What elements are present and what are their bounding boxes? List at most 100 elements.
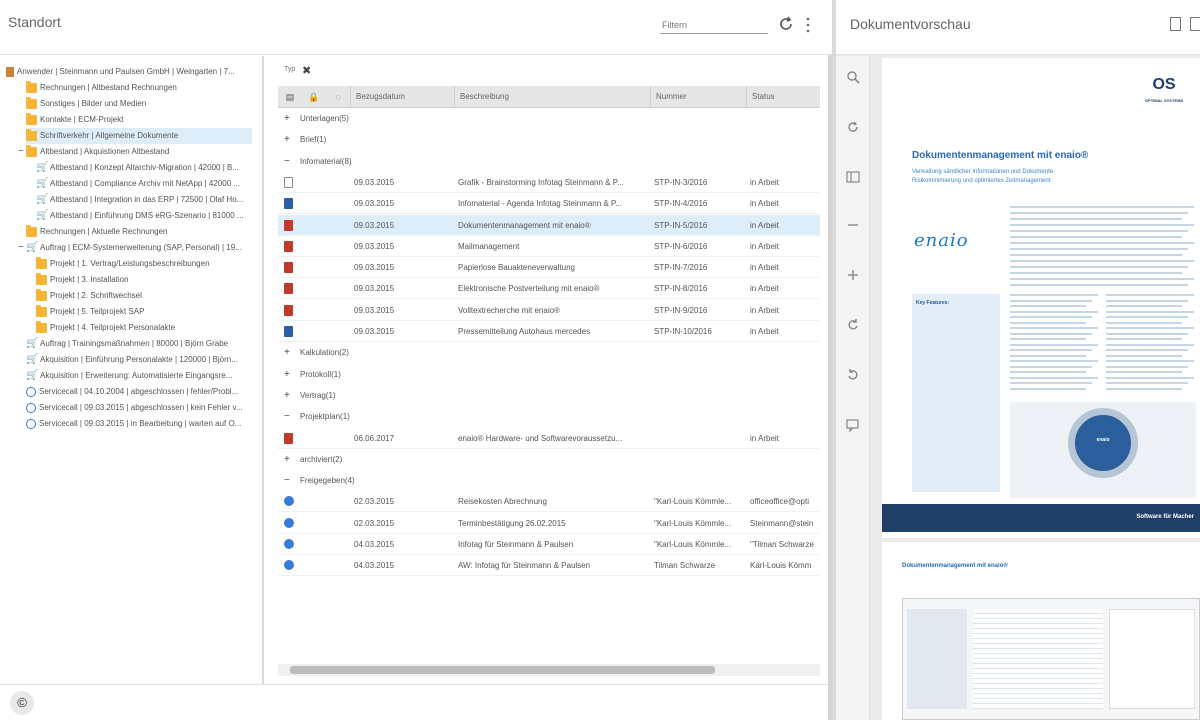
group-row[interactable]: + Vertrag(1)	[278, 385, 820, 406]
clipboard-icon[interactable]	[1190, 17, 1200, 31]
collapse-toggle[interactable]: −	[18, 144, 26, 160]
rotate-counterclockwise-icon[interactable]	[842, 366, 864, 388]
table-row[interactable]: 09.03.2015 Dokumentenmanagement mit enaio…	[278, 214, 820, 236]
folder-icon	[26, 225, 37, 237]
expand-icon[interactable]: +	[284, 449, 290, 470]
table-row[interactable]: 02.03.2015 Terminbestätigung 26.02.2015 "K…	[278, 513, 820, 534]
table-row[interactable]: 04.03.2015 Infotag für Steinmann & Paulse…	[278, 534, 820, 555]
table-row[interactable]: 04.03.2015 AW: Infotag für Steinmann & Pa…	[278, 555, 820, 577]
tree-item[interactable]: Projekt | 2. Schriftwechsel	[36, 288, 252, 304]
expand-icon[interactable]: +	[284, 364, 290, 385]
group-row[interactable]: + Kalkulation(2)	[278, 342, 820, 363]
text-line	[1106, 376, 1194, 379]
doc-type-column-icon[interactable]: ▤	[284, 91, 296, 103]
group-row[interactable]: − Infomaterial(8)	[278, 151, 820, 172]
text-line	[1106, 338, 1182, 340]
tree-item[interactable]: Schriftverkehr | Allgemeine Dokumente	[26, 128, 252, 144]
comment-icon[interactable]	[842, 416, 864, 438]
tree-item[interactable]: 🛒 Auftrag | Trainingsmaßnahmen | 80000 | …	[26, 336, 252, 352]
tree-item[interactable]: 🛒 Akquisition | Erweiterung: Automatisier…	[26, 368, 252, 384]
tree-item[interactable]: 🛒 Akquisition | Einführung Personalakte |…	[26, 352, 252, 368]
collapse-icon[interactable]: −	[284, 151, 290, 172]
sidebar-toggle-icon[interactable]	[842, 168, 864, 190]
copyright-button[interactable]: ©	[10, 691, 34, 715]
table-row[interactable]: 09.03.2015 Elektronische Postverteilung m…	[278, 278, 820, 300]
tree-item[interactable]: 🛒 Altbestand | Integration in das ERP | 7…	[36, 192, 252, 208]
tree-item[interactable]: Anwender | Steinmann und Paulsen GmbH | …	[6, 64, 252, 80]
tree-item[interactable]: 🛒 Altbestand | Einführung DMS eRG-Szenari…	[36, 208, 252, 224]
document-page: OS OPTIMAL SYSTEMS Dokumentenmanagement …	[882, 58, 1200, 720]
document-icon[interactable]	[1170, 17, 1181, 31]
cell-number: STP-IN-10/2016	[654, 327, 712, 336]
tree-item[interactable]: Projekt | 3. Installation	[36, 272, 252, 288]
tree-item[interactable]: Servicecall | 04.10.2004 | abgeschlossen…	[26, 384, 252, 400]
table-row[interactable]: 09.03.2015 Grafik - Brainstorming Infotag…	[278, 172, 820, 193]
zoom-out-icon[interactable]	[842, 216, 864, 238]
tree-item[interactable]: 🛒 Altbestand | Compliance Archiv mit NetA…	[36, 176, 252, 192]
group-row[interactable]: − Freigegeben(4)	[278, 470, 820, 491]
column-status[interactable]: Status	[746, 86, 820, 108]
table-row[interactable]: 02.03.2015 Reisekosten Abrechnung "Karl-Lo…	[278, 491, 820, 513]
group-row[interactable]: − Projektplan(1)	[278, 406, 820, 427]
tree-item[interactable]: Servicecall | 09.03.2015 | in Bearbeitun…	[26, 416, 252, 432]
expand-icon[interactable]: +	[284, 129, 290, 150]
filter-input[interactable]	[660, 16, 768, 34]
group-label: Kalkulation(2)	[300, 348, 349, 358]
tree-item[interactable]: Rechnungen | Altbestand Rechnungen	[26, 80, 252, 96]
horizontal-scrollbar[interactable]	[278, 664, 820, 676]
column-nummer[interactable]: Nummer	[650, 86, 746, 108]
group-row[interactable]: + Brief(1)	[278, 129, 820, 150]
tree-item[interactable]: Rechnungen | Aktuelle Rechnungen	[26, 224, 252, 240]
rotate-clockwise-icon[interactable]	[842, 316, 864, 338]
rotate-view-icon[interactable]	[842, 118, 864, 140]
embedded-screenshot	[902, 598, 1200, 720]
collapse-icon[interactable]: −	[284, 470, 290, 491]
cart-icon: 🛒	[36, 210, 49, 221]
group-row[interactable]: + Unterlagen(5)	[278, 108, 820, 129]
tree-item[interactable]: Kontakte | ECM-Projekt	[26, 112, 252, 128]
table-row[interactable]: 09.03.2015 Mailmanagement STP-IN-6/2016 in …	[278, 236, 820, 257]
kebab-menu-icon	[806, 17, 810, 33]
table-row[interactable]: 06.06.2017 enaio® Hardware- und Softwarev…	[278, 428, 820, 449]
word-file-icon	[284, 198, 293, 210]
folder-icon	[36, 273, 47, 285]
refresh-button[interactable]	[776, 14, 796, 34]
doc-title: Dokumentenmanagement mit enaio®	[912, 150, 1089, 161]
tree-item[interactable]: 🛒 Auftrag | ECM-Systemerweiterung (SAP, P…	[26, 240, 252, 256]
table-row[interactable]: 09.03.2015 Papierlose Bauakteneverwaltung…	[278, 257, 820, 279]
tree-item[interactable]: Projekt | 4. Teilprojekt Personalakte	[36, 320, 252, 336]
expand-icon[interactable]: +	[284, 342, 290, 363]
group-row[interactable]: + archiviert(2)	[278, 449, 820, 470]
text-line	[1106, 349, 1188, 351]
lock-column-icon[interactable]: 🔒	[308, 91, 320, 103]
link-column-icon[interactable]: ◌	[332, 91, 344, 103]
cell-description: Infomaterial - Agenda Infotag Steinmann …	[458, 199, 622, 209]
tree-item[interactable]: Projekt | 5. Teilprojekt SAP	[36, 304, 252, 320]
preview-title: Dokumentvorschau	[850, 16, 971, 32]
more-options-button[interactable]	[802, 14, 814, 36]
table-row[interactable]: 09.03.2015 Pressemitteilung Autohaus merc…	[278, 321, 820, 342]
tree-item[interactable]: Sonstiges | Bilder und Medien	[26, 96, 252, 112]
tree-item[interactable]: 🛒 Altbestand | Konzept Altarchiv-Migratio…	[36, 160, 252, 176]
zoom-in-icon[interactable]	[842, 266, 864, 288]
remove-filter-icon[interactable]: ✖	[302, 64, 311, 77]
column-beschreibung[interactable]: Beschreibung	[454, 86, 650, 108]
table-row[interactable]: 09.03.2015 Infomaterial - Agenda Infotag …	[278, 193, 820, 215]
cell-status: officeoffice@opti	[750, 497, 809, 507]
search-icon[interactable]	[842, 68, 864, 90]
expand-icon[interactable]: +	[284, 108, 290, 129]
tree-item[interactable]: Projekt | 1. Vertrag/Leistungsbeschreibu…	[36, 256, 252, 272]
scrollbar-thumb[interactable]	[290, 666, 715, 674]
folder-icon	[36, 289, 47, 301]
text-line	[1010, 349, 1092, 351]
expand-icon[interactable]: +	[284, 385, 290, 406]
collapse-icon[interactable]: −	[284, 406, 290, 427]
table-row[interactable]: 09.03.2015 Volltextrecherche mit enaio® ST…	[278, 300, 820, 321]
tree-item[interactable]: Servicecall | 09.03.2015 | abgeschlossen…	[26, 400, 252, 416]
doc-banner: Software für Macher	[882, 504, 1200, 532]
collapse-toggle[interactable]: −	[18, 240, 26, 256]
email-icon	[284, 496, 294, 507]
group-row[interactable]: + Protokoll(1)	[278, 364, 820, 385]
tree-item[interactable]: Altbestand | Akquistionen Altbestand	[26, 144, 252, 160]
column-bezugsdatum[interactable]: Bezugsdatum	[350, 86, 454, 108]
